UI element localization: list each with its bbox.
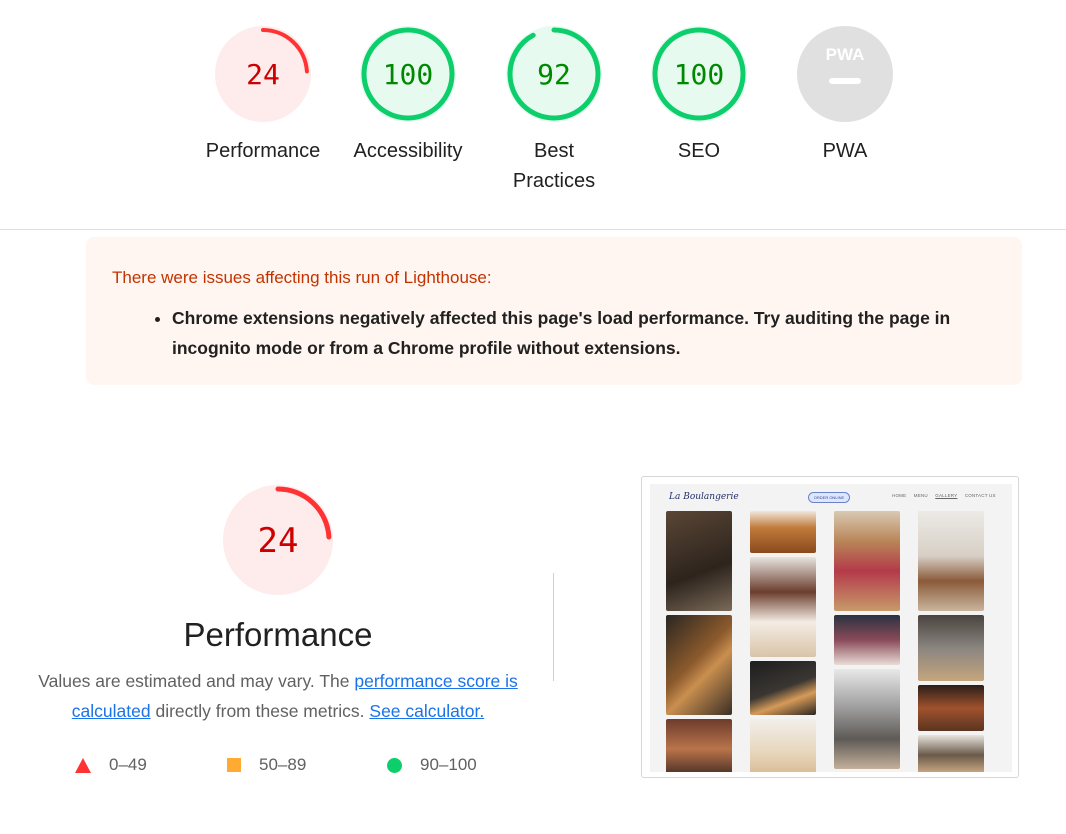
performance-score: 24 <box>257 521 299 561</box>
gauge-accessibility-score: 100 <box>382 58 434 91</box>
gauge-performance-label: Performance <box>205 140 321 162</box>
gallery-photo <box>834 669 900 769</box>
warning-item: Chrome extensions negatively affected th… <box>172 303 996 363</box>
gauge-pwa[interactable]: PWA PWA <box>780 26 910 166</box>
gauge-seo-label: SEO <box>677 140 721 162</box>
gallery-photo <box>918 685 984 731</box>
desc-text-2: directly from these metrics. <box>150 701 370 721</box>
category-gauges: 24 Performance 100 Accessibility 92 Best… <box>0 0 1066 229</box>
gallery-photo <box>918 511 984 611</box>
warnings-list: Chrome extensions negatively affected th… <box>112 303 996 363</box>
gauge-pwa-label: PWA <box>822 140 868 162</box>
gallery-photo <box>750 661 816 715</box>
screenshot-nav-home: HOME <box>892 493 907 498</box>
final-screenshot[interactable]: La Boulangerie ORDER ONLINE HOME MENU GA… <box>641 476 1019 778</box>
legend-pass-range: 90–100 <box>420 755 477 774</box>
screenshot-nav: HOME MENU GALLERY CONTACT US <box>892 493 1002 498</box>
pwa-badge-icon: PWA <box>797 26 893 122</box>
gauge-best-practices-score: 92 <box>537 58 571 91</box>
gauge-seo[interactable]: 100 SEO <box>634 26 764 166</box>
gallery-photo <box>666 511 732 611</box>
gallery-photo <box>750 557 816 657</box>
screenshot-brand: La Boulangerie <box>669 492 739 502</box>
performance-gauge: 24 <box>223 485 333 595</box>
circle-icon <box>387 757 402 773</box>
gallery-photo <box>834 615 900 665</box>
warnings-title: There were issues affecting this run of … <box>112 268 492 287</box>
gauge-accessibility-label: Accessibility <box>353 140 463 162</box>
gauge-best-practices-label: Best Practices <box>512 140 596 192</box>
screenshot-nav-contact: CONTACT US <box>964 493 996 498</box>
pwa-badge-text: PWA <box>826 45 865 64</box>
gallery-photo <box>666 615 732 715</box>
gauge-accessibility[interactable]: 100 Accessibility <box>343 26 473 166</box>
screenshot-page: La Boulangerie ORDER ONLINE HOME MENU GA… <box>650 484 1012 772</box>
square-icon <box>227 758 241 772</box>
section-divider <box>0 229 1066 230</box>
gauge-best-practices[interactable]: 92 Best Practices <box>489 26 619 196</box>
performance-divider <box>553 573 554 681</box>
gallery-photo <box>750 511 816 553</box>
legend-pass: 90–100 <box>387 754 477 776</box>
performance-description: Values are estimated and may vary. The p… <box>30 666 526 726</box>
screenshot-order-button: ORDER ONLINE <box>808 492 850 503</box>
gauge-performance-score: 24 <box>246 58 280 91</box>
gallery-photo <box>918 735 984 772</box>
legend-average-range: 50–89 <box>259 755 307 774</box>
screenshot-nav-gallery: GALLERY <box>935 493 958 498</box>
triangle-icon <box>75 757 91 773</box>
gallery-photo <box>750 719 816 772</box>
gallery-photo <box>666 719 732 772</box>
gauge-seo-score: 100 <box>673 58 725 91</box>
legend-average: 50–89 <box>227 754 306 776</box>
see-calculator-link[interactable]: See calculator. <box>369 701 484 721</box>
legend-fail-range: 0–49 <box>109 755 147 774</box>
gauge-performance[interactable]: 24 Performance <box>198 26 328 166</box>
desc-text-1: Values are estimated and may vary. The <box>38 671 355 691</box>
screenshot-nav-menu: MENU <box>913 493 928 498</box>
gallery-photo <box>918 615 984 681</box>
gallery-photo <box>834 511 900 611</box>
lighthouse-warnings: There were issues affecting this run of … <box>86 237 1022 385</box>
performance-title: Performance <box>183 616 373 653</box>
legend-fail: 0–49 <box>75 754 147 776</box>
